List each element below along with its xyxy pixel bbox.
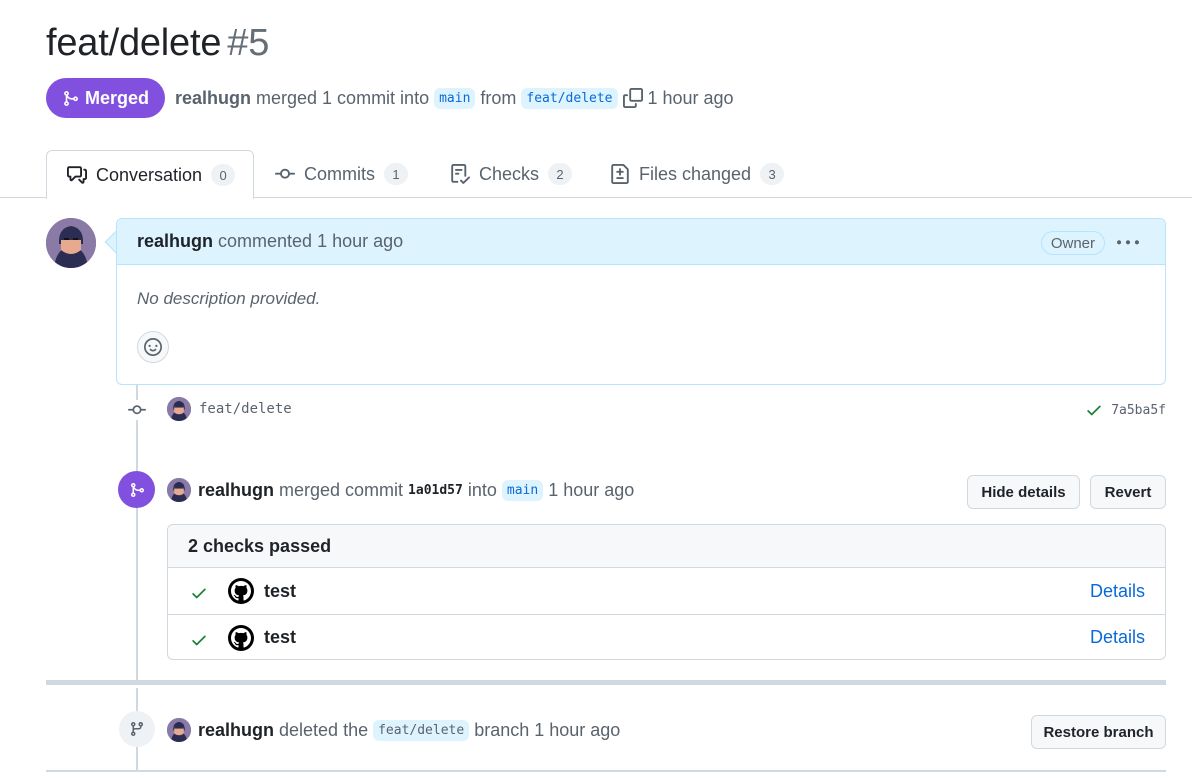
checks-summary: 2 checks passed [168,525,1165,568]
branch-time[interactable]: 1 hour ago [534,720,620,741]
copy-icon[interactable] [622,88,643,108]
meta-merged-text: merged 1 commit into [256,87,430,108]
meta-from-text: from [480,87,517,108]
tab-conversation[interactable]: Conversation 0 [46,150,254,199]
timeline-line [136,385,138,685]
check-row: test Details [168,614,1165,659]
base-branch[interactable]: main [434,87,476,109]
merge-event-badge [118,471,155,508]
timeline-separator [46,680,1166,685]
page-title: feat/delete #5 [46,22,269,65]
branch-author-avatar[interactable] [167,718,191,742]
tab-checks[interactable]: Checks 2 [450,150,573,198]
tab-files-changed-label: Files changed [639,163,752,184]
merge-time[interactable]: 1 hour ago [548,480,634,501]
branch-suffix: branch [474,719,530,740]
branch-author-link[interactable]: realhugn [198,720,274,741]
merge-target-branch[interactable]: main [501,479,544,501]
tab-commits-count: 1 [384,163,408,185]
check-details-link[interactable]: Details [1090,581,1145,602]
branch-action: deleted the [279,719,369,740]
comment-author-link[interactable]: realhugn [137,231,213,252]
tab-commits[interactable]: Commits 1 [275,150,408,198]
checklist-icon [451,164,470,184]
check-icon [188,582,210,604]
commit-sha-link[interactable]: 7a5ba5f [1111,403,1166,418]
tab-commits-label: Commits [304,163,375,184]
merge-commit-sha[interactable]: 1a01d57 [408,483,463,498]
merged-label: Merged [84,87,149,108]
smiley-icon [144,338,162,356]
git-branch-icon [130,722,143,737]
pr-meta: realhugn merged 1 commit into main from … [175,84,734,112]
commit-icon [275,168,295,179]
tab-conversation-label: Conversation [96,164,203,185]
add-reaction-button[interactable] [137,331,169,363]
merge-into-text: into [467,479,497,500]
tab-conversation-count: 0 [211,164,236,186]
author-avatar[interactable] [46,218,96,268]
comment-body: No description provided. [137,289,321,308]
check-name: test [264,627,297,647]
merge-action: merged commit [279,479,404,500]
checks-box: 2 checks passed test Details test Detail… [167,524,1166,660]
branch-event-badge [119,711,155,747]
tab-checks-label: Checks [479,163,540,184]
tab-checks-count: 2 [548,163,573,185]
file-diff-icon [611,164,629,184]
merge-author-avatar[interactable] [167,478,191,502]
deleted-branch-name: feat/delete [373,719,470,741]
git-merge-icon [130,482,144,497]
tab-files-changed[interactable]: Files changed 3 [610,150,785,198]
merged-state-badge: Merged [46,78,165,118]
kebab-horizontal-icon[interactable] [1115,231,1141,255]
pr-time: 1 hour ago [647,87,734,108]
check-name: test [264,580,297,601]
tab-files-changed-count: 3 [760,163,785,185]
git-merge-icon [64,90,78,106]
pr-number: #5 [227,22,270,64]
commit-dot-icon [126,400,148,420]
check-row: test Details [168,568,1165,614]
merge-author-link[interactable]: realhugn [198,480,274,501]
branch-deleted-event: realhugn deleted the feat/delete branch … [167,716,620,744]
revert-button[interactable]: Revert [1090,475,1166,509]
commit-author-avatar[interactable] [167,397,191,421]
github-logo-icon [228,624,254,651]
pr-title: feat/delete [46,22,222,64]
commit-message-link[interactable]: feat/delete [199,401,292,417]
owner-badge: Owner [1040,231,1105,255]
merge-event: realhugn merged commit 1a01d57 into main… [167,476,634,504]
hide-details-button[interactable]: Hide details [967,475,1080,509]
pr-author-link[interactable]: realhugn [175,88,251,109]
commit-sha-group: 7a5ba5f [1085,400,1166,420]
comment-action: commented [218,231,313,251]
check-details-link[interactable]: Details [1090,627,1145,648]
check-icon [188,629,210,651]
head-branch[interactable]: feat/delete [521,87,618,109]
restore-branch-button[interactable]: Restore branch [1031,715,1166,749]
check-icon[interactable] [1085,401,1103,419]
commit-row: feat/delete [167,396,292,422]
comment-box: realhugn commented 1 hour ago Owner No d… [116,218,1166,385]
comment-header: realhugn commented 1 hour ago Owner [117,219,1165,265]
comment-discussion-icon [67,166,87,184]
github-logo-icon [228,578,254,604]
comment-time[interactable]: 1 hour ago [317,231,403,252]
